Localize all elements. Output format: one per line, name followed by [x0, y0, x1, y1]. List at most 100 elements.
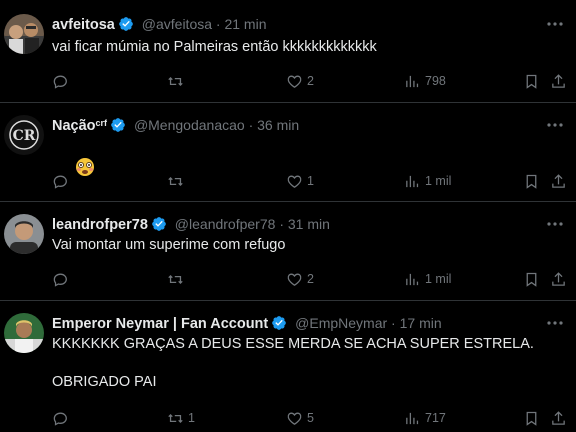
view-count: 798 [425, 74, 446, 88]
like-count: 5 [307, 411, 314, 425]
analytics-icon [406, 412, 419, 424]
retweet-button[interactable] [167, 71, 188, 91]
view-count: 717 [425, 411, 446, 425]
analytics-icon [406, 175, 419, 187]
tweet[interactable]: leandrofper78 @leandrofper78 · 31 min Va… [0, 202, 576, 301]
tweet-actions: 1 5 717 [52, 408, 576, 428]
more-options-icon[interactable] [546, 216, 564, 232]
display-name[interactable]: Emperor Neymar | Fan Account [52, 316, 268, 332]
view-count: 1 mil [425, 174, 452, 188]
tweet-header: Emperor Neymar | Fan Account @EmpNeymar … [52, 313, 536, 333]
reply-icon [53, 175, 67, 189]
views-button[interactable]: 1 mil [404, 269, 451, 289]
bookmark-icon [526, 174, 537, 189]
views-button[interactable]: 798 [404, 71, 446, 91]
like-count: 2 [307, 74, 314, 88]
views-button[interactable]: 1 mil [404, 171, 451, 191]
retweet-button[interactable]: 1 [167, 408, 195, 428]
share-button[interactable] [550, 171, 567, 191]
display-name[interactable]: leandrofper78 [52, 217, 148, 233]
share-button[interactable] [550, 269, 567, 289]
retweet-button[interactable] [167, 269, 188, 289]
user-handle[interactable]: @avfeitosa [142, 16, 212, 32]
bookmark-icon [526, 272, 537, 287]
reply-button[interactable] [52, 269, 73, 289]
bookmark-icon [526, 411, 537, 426]
avatar[interactable]: CR [4, 115, 44, 155]
heart-icon [287, 412, 302, 425]
tweet-header: Naçãocrf @Mengodanacao · 36 min [52, 115, 536, 135]
tweet-header: avfeitosa @avfeitosa · 21 min [52, 14, 536, 34]
timestamp[interactable]: 17 min [400, 315, 442, 331]
avatar[interactable] [4, 14, 44, 54]
user-handle[interactable]: @EmpNeymar [295, 315, 387, 331]
tweet-actions: 2 798 [52, 71, 576, 91]
like-button[interactable]: 2 [286, 71, 314, 91]
share-icon [552, 173, 565, 188]
heart-icon [287, 75, 302, 88]
display-name[interactable]: avfeitosa [52, 17, 115, 33]
timestamp[interactable]: 21 min [224, 16, 266, 32]
retweet-icon [168, 76, 183, 86]
like-count: 1 [307, 174, 314, 188]
share-icon [552, 410, 565, 425]
like-button[interactable]: 2 [286, 269, 314, 289]
timestamp[interactable]: 36 min [257, 117, 299, 133]
share-icon [552, 271, 565, 286]
tweet-actions: 1 1 mil [52, 171, 576, 191]
svg-text:CR: CR [13, 128, 36, 144]
like-count: 2 [307, 272, 314, 286]
verified-badge-icon [119, 17, 133, 31]
tweet-text: KKKKKKK GRAÇAS A DEUS ESSE MERDA SE ACHA… [52, 336, 534, 390]
reply-button[interactable] [52, 171, 73, 191]
view-count: 1 mil [425, 272, 452, 286]
share-icon [552, 73, 565, 88]
user-handle[interactable]: @Mengodanacao [134, 117, 245, 133]
separator-dot: · [279, 216, 284, 232]
bookmark-icon [526, 74, 537, 89]
timestamp[interactable]: 31 min [288, 216, 330, 232]
display-name[interactable]: Nação [52, 118, 96, 134]
verified-badge-icon [152, 217, 166, 231]
separator-dot: · [248, 117, 254, 133]
name-superscript: crf [95, 118, 108, 128]
tweet[interactable]: CR Naçãocrf @Mengodanacao · 36 min 1 1 m… [0, 103, 576, 202]
tweet-header: leandrofper78 @leandrofper78 · 31 min [52, 214, 536, 234]
separator-dot: · [391, 315, 396, 331]
verified-badge-icon [111, 118, 125, 132]
reply-icon [53, 273, 67, 287]
reply-icon [53, 75, 67, 89]
more-options-icon[interactable] [546, 315, 564, 331]
more-options-icon[interactable] [546, 16, 564, 32]
separator-dot: · [215, 16, 221, 32]
reply-button[interactable] [52, 408, 73, 428]
user-handle[interactable]: @leandrofper78 [175, 216, 276, 232]
like-button[interactable]: 1 [286, 171, 314, 191]
retweet-icon [168, 176, 183, 186]
like-button[interactable]: 5 [286, 408, 314, 428]
heart-icon [287, 273, 302, 286]
retweet-icon [168, 413, 183, 423]
bookmark-button[interactable] [523, 269, 540, 289]
more-options-icon[interactable] [546, 117, 564, 133]
share-button[interactable] [550, 71, 567, 91]
share-button[interactable] [550, 408, 567, 428]
tweet[interactable]: avfeitosa @avfeitosa · 21 min vai ficar … [0, 0, 576, 103]
retweet-icon [168, 274, 183, 284]
avatar[interactable] [4, 214, 44, 254]
tweet-text: Vai montar um superime com refugo [52, 237, 286, 253]
tweet-actions: 2 1 mil [52, 269, 576, 289]
analytics-icon [406, 273, 419, 285]
bookmark-button[interactable] [523, 171, 540, 191]
verified-badge-icon [272, 316, 287, 330]
bookmark-button[interactable] [523, 408, 540, 428]
tweet-text: vai ficar múmia no Palmeiras então kkkkk… [52, 39, 377, 55]
avatar[interactable] [4, 313, 44, 353]
reply-icon [53, 412, 67, 426]
views-button[interactable]: 717 [404, 408, 446, 428]
reply-button[interactable] [52, 71, 73, 91]
retweet-button[interactable] [167, 171, 188, 191]
analytics-icon [406, 75, 419, 87]
bookmark-button[interactable] [523, 71, 540, 91]
tweet[interactable]: Emperor Neymar | Fan Account @EmpNeymar … [0, 301, 576, 432]
